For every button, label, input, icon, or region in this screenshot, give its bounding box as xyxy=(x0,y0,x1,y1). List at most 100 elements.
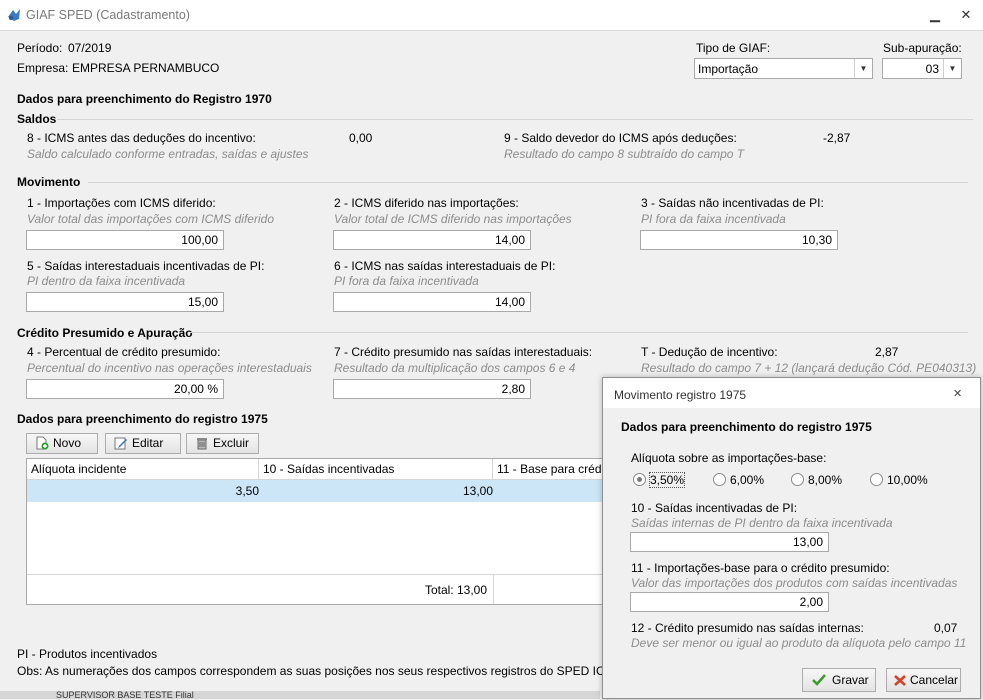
radio-icon xyxy=(791,473,804,486)
taskbar: SUPERVISOR BASE TESTE Filial xyxy=(0,691,600,699)
excluir-button[interactable]: Excluir xyxy=(186,433,259,454)
credito-title: Crédito Presumido e Apuração xyxy=(17,326,193,340)
field-10-label: 10 - Saídas incentivadas de PI: xyxy=(631,501,798,515)
dialog-title: Movimento registro 1975 xyxy=(614,388,747,402)
table-header: Alíquota incidente 10 - Saídas incentiva… xyxy=(27,459,609,480)
gravar-button[interactable]: Gravar xyxy=(802,668,876,692)
empresa-label: Empresa: xyxy=(17,61,69,75)
field-t-value: 2,87 xyxy=(875,345,899,359)
field-6-hint: PI fora da faixa incentivada xyxy=(334,274,479,288)
registro-1975-table: Alíquota incidente 10 - Saídas incentiva… xyxy=(26,458,610,605)
saldos-title: Saldos xyxy=(17,112,57,126)
movimento-title: Movimento xyxy=(17,175,81,189)
field-12-label: 12 - Crédito presumido nas saídas intern… xyxy=(631,621,864,635)
dialog-close-button[interactable]: ✕ xyxy=(953,387,962,400)
taskbar-text: SUPERVISOR BASE TESTE Filial xyxy=(56,691,194,699)
chevron-down-icon[interactable]: ▼ xyxy=(943,59,961,78)
column-header-base[interactable]: 11 - Base para crédit xyxy=(493,459,609,479)
radio-icon xyxy=(713,473,726,486)
field-7-label: 7 - Crédito presumido nas saídas interes… xyxy=(334,345,593,359)
checkmark-icon xyxy=(812,674,826,686)
app-icon xyxy=(8,9,20,21)
radio-selected-icon xyxy=(633,473,646,486)
field-6-input[interactable]: 14,00 xyxy=(333,292,531,312)
periodo-value: 07/2019 xyxy=(68,41,112,55)
tipo-giaf-value: Importação xyxy=(698,62,759,76)
footer-obs-note: Obs: As numerações dos campos correspond… xyxy=(17,664,626,678)
field-5-hint: PI dentro da faixa incentivada xyxy=(27,274,186,288)
sub-apuracao-select[interactable]: 03 ▼ xyxy=(882,58,962,79)
column-header-saidas[interactable]: 10 - Saídas incentivadas xyxy=(259,459,493,479)
dialog-title-bar: Movimento registro 1975 ✕ xyxy=(603,378,980,408)
field-9-hint: Resultado do campo 8 subtraído do campo … xyxy=(504,147,745,161)
field-11-hint: Valor das importações dos produtos com s… xyxy=(631,576,958,590)
table-total: Total: 13,00 xyxy=(424,583,487,597)
sub-apuracao-label: Sub-apuração: xyxy=(883,41,962,55)
field-7-hint: Resultado da multiplicação dos campos 6 … xyxy=(334,361,576,375)
cancelar-button[interactable]: Cancelar xyxy=(886,668,961,692)
new-document-icon xyxy=(36,436,49,450)
novo-label: Novo xyxy=(53,436,82,450)
field-2-input[interactable]: 14,00 xyxy=(333,230,531,250)
field-11-label: 11 - Importações-base para o crédito pre… xyxy=(631,561,890,575)
dialog-heading: Dados para preenchimento do registro 197… xyxy=(621,420,872,434)
field-7-input[interactable]: 2,80 xyxy=(333,379,531,399)
field-3-label: 3 - Saídas não incentivadas de PI: xyxy=(641,196,824,210)
field-8-hint: Saldo calculado conforme entradas, saída… xyxy=(27,147,309,161)
field-9-label: 9 - Saldo devedor do ICMS após deduções: xyxy=(504,131,737,145)
field-12-value: 0,07 xyxy=(934,621,958,635)
field-2-label: 2 - ICMS diferido nas importações: xyxy=(334,196,519,210)
chevron-down-icon[interactable]: ▼ xyxy=(854,59,872,78)
tipo-giaf-label: Tipo de GIAF: xyxy=(696,41,771,55)
cancel-icon xyxy=(894,675,906,686)
field-4-hint: Percentual do incentivo nas operações in… xyxy=(27,361,312,375)
field-10-hint: Saídas internas de PI dentro da faixa in… xyxy=(631,516,893,530)
tipo-giaf-select[interactable]: Importação ▼ xyxy=(694,58,873,79)
empresa-value: EMPRESA PERNAMBUCO xyxy=(72,61,220,75)
field-1-hint: Valor total das importações com ICMS dif… xyxy=(27,212,274,226)
field-6-label: 6 - ICMS nas saídas interestaduais de PI… xyxy=(334,259,556,273)
window-title: GIAF SPED (Cadastramento) xyxy=(26,8,190,22)
field-2-hint: Valor total de ICMS diferido nas importa… xyxy=(334,212,572,226)
gravar-label: Gravar xyxy=(832,673,869,687)
sub-apuracao-value: 03 xyxy=(925,62,939,76)
radio-option-1000[interactable]: 10,00% xyxy=(870,473,928,487)
close-button[interactable]: ✕ xyxy=(956,6,976,24)
trash-icon xyxy=(197,438,207,450)
field-12-hint: Deve ser menor ou igual ao produto da al… xyxy=(631,636,967,650)
radio-option-600[interactable]: 6,00% xyxy=(713,473,764,487)
excluir-label: Excluir xyxy=(213,436,250,450)
divider xyxy=(57,119,973,120)
divider xyxy=(493,574,494,604)
novo-button[interactable]: Novo xyxy=(26,433,98,454)
cell-aliquota: 3,50 xyxy=(235,484,259,498)
divider xyxy=(190,332,968,333)
field-1-input[interactable]: 100,00 xyxy=(26,230,224,250)
field-8-value: 0,00 xyxy=(349,131,373,145)
registro-1970-title: Dados para preenchimento do Registro 197… xyxy=(17,92,272,106)
radio-option-800[interactable]: 8,00% xyxy=(791,473,842,487)
radio-icon xyxy=(870,473,883,486)
editar-label: Editar xyxy=(132,436,164,450)
field-4-input[interactable]: 20,00 % xyxy=(26,379,224,399)
editar-button[interactable]: Editar xyxy=(105,433,181,454)
radio-option-350[interactable]: 3,50% xyxy=(633,472,686,488)
table-row[interactable]: 3,50 13,00 xyxy=(27,480,609,502)
field-5-input[interactable]: 15,00 xyxy=(26,292,224,312)
field-3-hint: PI fora da faixa incentivada xyxy=(641,212,786,226)
footer-pi-note: PI - Produtos incentivados xyxy=(17,647,158,661)
aliquota-label: Alíquota sobre as importações-base: xyxy=(631,451,827,465)
field-4-label: 4 - Percentual de crédito presumido: xyxy=(27,345,221,359)
field-t-hint: Resultado do campo 7 + 12 (lançará deduç… xyxy=(641,361,977,375)
edit-icon xyxy=(114,437,127,450)
movimento-dialog: Movimento registro 1975 ✕ Dados para pre… xyxy=(602,377,981,699)
field-10-input[interactable]: 13,00 xyxy=(630,532,829,552)
field-11-input[interactable]: 2,00 xyxy=(630,592,829,612)
column-header-aliquota[interactable]: Alíquota incidente xyxy=(27,459,259,479)
field-3-input[interactable]: 10,30 xyxy=(640,230,838,250)
field-8-label: 8 - ICMS antes das deduções do incentivo… xyxy=(27,131,256,145)
divider xyxy=(88,182,968,183)
field-1-label: 1 - Importações com ICMS diferido: xyxy=(27,196,216,210)
minimize-button[interactable]: ▁ xyxy=(925,6,945,24)
divider xyxy=(27,574,609,575)
